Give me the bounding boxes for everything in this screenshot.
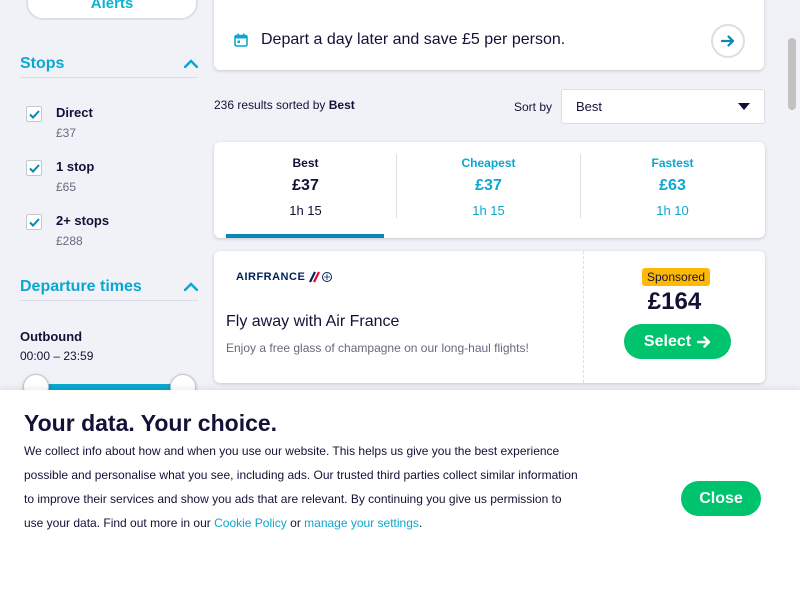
consent-title: Your data. Your choice.: [24, 410, 278, 436]
page-scrollbar[interactable]: [788, 38, 796, 110]
stop-price: £37: [56, 126, 77, 140]
stops-heading: Stops: [20, 54, 65, 72]
results-count: 236 results sorted by: [214, 98, 326, 112]
airfrance-logo: AIRFRANCE: [236, 271, 334, 283]
check-icon: [28, 163, 40, 173]
select-button[interactable]: Select: [624, 324, 731, 359]
calendar-icon: [234, 33, 248, 52]
tab-duration: 1h 15: [472, 203, 505, 218]
checkbox[interactable]: [26, 160, 42, 176]
tab-best[interactable]: Best £37 1h 15: [214, 142, 397, 238]
consent-text: We collect info about how and when you u…: [24, 439, 584, 535]
ad-price: £164: [647, 288, 702, 315]
consent-end: .: [418, 516, 423, 530]
arrow-right-icon: [697, 335, 711, 348]
tab-duration: 1h 10: [656, 203, 689, 218]
close-label: Close: [699, 489, 743, 507]
outbound-label: Outbound: [20, 329, 83, 344]
sponsored-badge: Sponsored: [642, 268, 711, 286]
sort-select[interactable]: Best: [561, 89, 765, 124]
stop-price: £65: [56, 180, 77, 194]
departure-times-filter-header[interactable]: Departure times: [20, 273, 198, 301]
stops-filter-header[interactable]: Stops: [20, 50, 198, 78]
chevron-down-icon: [738, 99, 750, 114]
ad-subtitle: Enjoy a free glass of champagne on our l…: [226, 341, 529, 355]
tab-price: £63: [659, 177, 686, 194]
alerts-label: Alerts: [90, 0, 134, 12]
manage-settings-link[interactable]: manage your settings: [304, 516, 419, 530]
departure-times-heading: Departure times: [20, 277, 142, 295]
price-tip-text: Depart a day later and save £5 per perso…: [261, 31, 566, 48]
active-tab-indicator: [226, 234, 384, 238]
tab-fastest[interactable]: Fastest £63 1h 10: [581, 142, 764, 238]
stop-option-direct[interactable]: Direct £37: [26, 105, 93, 140]
close-button[interactable]: Close: [681, 481, 761, 516]
tab-name: Fastest: [651, 156, 694, 170]
checkbox[interactable]: [26, 106, 42, 122]
tab-name: Cheapest: [461, 156, 516, 170]
chevron-up-icon[interactable]: [184, 57, 198, 71]
results-summary: 236 results sorted by Best: [214, 98, 355, 112]
stop-label: Direct: [56, 105, 93, 120]
tab-price: £37: [475, 177, 502, 194]
chevron-up-icon[interactable]: [184, 280, 198, 294]
consent-connector: or: [286, 516, 305, 530]
check-icon: [28, 217, 40, 227]
alerts-button[interactable]: Alerts: [26, 0, 198, 20]
sponsored-ad-card[interactable]: AIRFRANCE Fly away with Air France Enjoy…: [214, 251, 765, 383]
tab-duration: 1h 15: [289, 203, 322, 218]
stop-option-2-plus-stops[interactable]: 2+ stops £288: [26, 213, 109, 248]
cookie-policy-link[interactable]: Cookie Policy: [214, 516, 287, 530]
cookie-consent-banner: Your data. Your choice. We collect info …: [0, 390, 800, 600]
sort-tabs: Best £37 1h 15 Cheapest £37 1h 15 Fastes…: [214, 142, 765, 238]
outbound-time-range: 00:00 – 23:59: [20, 349, 94, 363]
arrow-right-button[interactable]: [711, 24, 745, 58]
airfrance-stripe-icon: [309, 271, 333, 283]
stop-label: 1 stop: [56, 159, 95, 174]
stop-label: 2+ stops: [56, 213, 110, 228]
checkbox[interactable]: [26, 214, 42, 230]
price-tip-card[interactable]: Depart a day later and save £5 per perso…: [214, 0, 764, 70]
ad-divider: [583, 251, 584, 383]
results-sorted-by: Best: [328, 98, 355, 112]
stop-option-1-stop[interactable]: 1 stop £65: [26, 159, 94, 194]
check-icon: [28, 109, 40, 119]
tab-price: £37: [292, 177, 319, 194]
airfrance-logo-text: AIRFRANCE: [236, 271, 306, 283]
sort-value: Best: [576, 99, 603, 114]
tab-cheapest[interactable]: Cheapest £37 1h 15: [397, 142, 580, 238]
select-label: Select: [643, 332, 692, 350]
tab-name: Best: [292, 156, 319, 170]
arrow-right-icon: [721, 35, 735, 47]
sort-label: Sort by: [514, 100, 553, 114]
stop-price: £288: [56, 234, 83, 248]
ad-title: Fly away with Air France: [226, 313, 400, 330]
